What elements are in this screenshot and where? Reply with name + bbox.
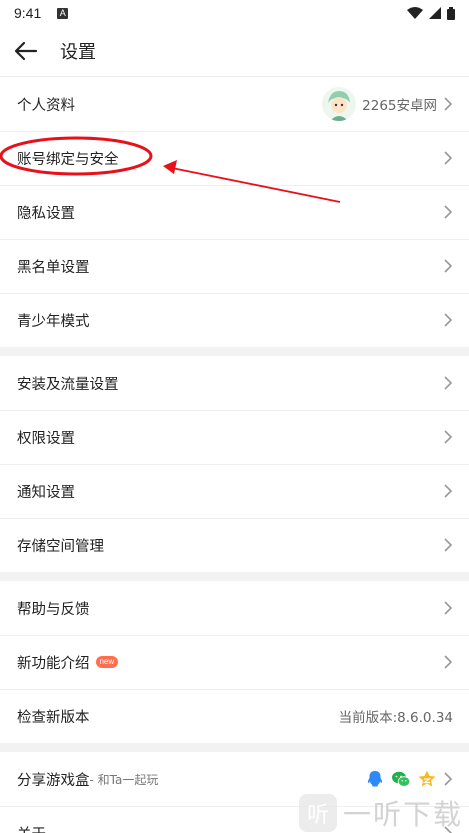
row-help-feedback[interactable]: 帮助与反馈 — [0, 581, 469, 635]
row-right — [443, 538, 453, 552]
row-label: 分享游戏盒 — [17, 772, 90, 789]
chevron-right-icon — [444, 538, 453, 552]
row-storage[interactable]: 存储空间管理 — [0, 518, 469, 572]
row-account-security[interactable]: 账号绑定与安全 — [0, 131, 469, 185]
settings-group-account: 个人资料 2265安卓网 账号绑定与安全 隐私设置 黑名单设置 青少年模式 — [0, 77, 469, 347]
row-label: 通知设置 — [17, 484, 75, 501]
watermark: 听 一听下载 — [298, 793, 463, 833]
row-label: 检查新版本 — [17, 709, 90, 726]
row-label: 隐私设置 — [17, 205, 75, 222]
chevron-right-icon — [444, 259, 453, 273]
chevron-right-icon — [444, 376, 453, 390]
row-right — [443, 430, 453, 444]
row-right — [443, 205, 453, 219]
row-privacy[interactable]: 隐私设置 — [0, 185, 469, 239]
row-right: 2265安卓网 — [322, 87, 453, 121]
watermark-text: 一听下载 — [342, 798, 463, 831]
row-install-traffic[interactable]: 安装及流量设置 — [0, 356, 469, 410]
back-arrow-icon[interactable] — [14, 37, 42, 65]
row-right — [443, 259, 453, 273]
row-right — [443, 601, 453, 615]
battery-icon — [447, 6, 455, 20]
header: 设置 — [0, 26, 469, 76]
qzone-icon[interactable] — [417, 769, 437, 789]
chevron-right-icon — [444, 484, 453, 498]
settings-group-help: 帮助与反馈 新功能介绍 new 检查新版本 当前版本:8.6.0.34 — [0, 581, 469, 743]
chevron-right-icon — [444, 313, 453, 327]
section-gap — [0, 572, 469, 581]
row-right — [443, 484, 453, 498]
section-gap — [0, 743, 469, 752]
wechat-icon[interactable] — [391, 769, 411, 789]
row-right — [443, 151, 453, 165]
watermark-logo-icon: 听 — [298, 794, 337, 832]
row-label: 存储空间管理 — [17, 538, 104, 555]
row-sublabel: - 和Ta一起玩 — [89, 772, 159, 787]
row-check-update[interactable]: 检查新版本 当前版本:8.6.0.34 — [0, 689, 469, 743]
row-permissions[interactable]: 权限设置 — [0, 410, 469, 464]
row-label: 青少年模式 — [17, 313, 90, 330]
profile-name: 2265安卓网 — [362, 98, 437, 114]
row-label: 关于 — [17, 823, 46, 833]
settings-group-system: 安装及流量设置 权限设置 通知设置 存储空间管理 — [0, 356, 469, 572]
chevron-right-icon — [444, 655, 453, 669]
row-label: 账号绑定与安全 — [17, 151, 119, 168]
section-gap — [0, 347, 469, 356]
chevron-right-icon — [444, 151, 453, 165]
status-icons — [407, 6, 455, 20]
wifi-icon — [407, 7, 423, 19]
row-label: 权限设置 — [17, 430, 75, 447]
avatar — [322, 87, 357, 121]
row-right — [443, 313, 453, 327]
row-label: 个人资料 — [17, 97, 75, 114]
notification-a-icon: A — [57, 7, 69, 19]
row-right — [443, 376, 453, 390]
row-teen-mode[interactable]: 青少年模式 — [0, 293, 469, 347]
row-right: 当前版本:8.6.0.34 — [339, 706, 453, 726]
row-label: 黑名单设置 — [17, 259, 90, 276]
chevron-right-icon — [444, 97, 453, 111]
row-new-features[interactable]: 新功能介绍 new — [0, 635, 469, 689]
row-right — [365, 769, 453, 789]
status-bar: 9:41 A — [0, 0, 469, 26]
chevron-right-icon — [444, 772, 453, 786]
qq-icon[interactable] — [365, 769, 385, 789]
chevron-right-icon — [444, 601, 453, 615]
row-right — [443, 655, 453, 669]
chevron-right-icon — [444, 205, 453, 219]
version-text: 当前版本:8.6.0.34 — [338, 710, 453, 726]
row-label: 帮助与反馈 — [17, 601, 90, 618]
page-title: 设置 — [60, 42, 96, 63]
row-label: 新功能介绍 — [17, 655, 90, 672]
row-profile[interactable]: 个人资料 2265安卓网 — [0, 77, 469, 131]
row-label: 安装及流量设置 — [17, 376, 119, 393]
status-time: 9:41 — [14, 5, 42, 21]
new-badge: new — [95, 656, 119, 668]
row-blacklist[interactable]: 黑名单设置 — [0, 239, 469, 293]
chevron-right-icon — [444, 430, 453, 444]
signal-icon — [429, 7, 441, 19]
row-notifications[interactable]: 通知设置 — [0, 464, 469, 518]
